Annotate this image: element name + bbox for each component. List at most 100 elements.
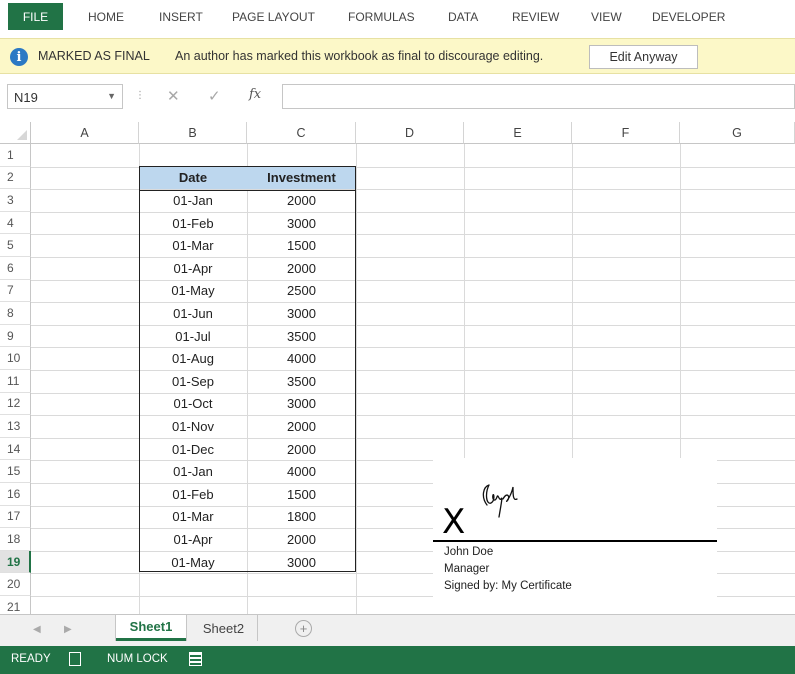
investment-cell[interactable]: 3000 [247,551,356,574]
chevron-right-icon[interactable]: ▶ [64,624,72,635]
investment-cell[interactable]: 4000 [247,347,356,370]
info-icon: i [10,48,28,66]
date-cell[interactable]: 01-Jun [139,302,247,325]
date-cell[interactable]: 01-Apr [139,528,247,551]
column-header-c[interactable]: C [247,122,356,144]
date-cell[interactable]: 01-Mar [139,506,247,529]
cancel-icon[interactable]: ✕ [167,87,180,105]
date-cell[interactable]: 01-Jan [139,189,247,212]
date-cell[interactable]: 01-Oct [139,393,247,416]
column-header-e[interactable]: E [464,122,572,144]
signed-by: Signed by: My Certificate [444,580,572,592]
row-header-20[interactable]: 20 [0,573,31,596]
chevron-down-icon[interactable]: ▼ [107,91,116,101]
worksheet-grid[interactable]: A B C D E F G 1 2 3 4 5 6 7 8 9 10 11 12 13 14 15 16 17 1… [0,122,795,614]
sheet-tab-bar: ◀ ▶ Sheet1 Sheet2 + [0,614,795,646]
row-header-10[interactable]: 10 [0,347,31,370]
row-header-7[interactable]: 7 [0,279,31,303]
formula-input[interactable] [282,84,795,109]
row-header-6[interactable]: 6 [0,257,31,280]
date-cell[interactable]: 01-Feb [139,483,247,506]
investment-cell[interactable]: 4000 [247,460,356,483]
enter-check-icon[interactable]: ✓ [208,87,221,105]
row-header-8[interactable]: 8 [0,302,31,325]
row-header-1[interactable]: 1 [0,144,31,167]
column-header-a[interactable]: A [31,122,139,144]
date-cell[interactable]: 01-Feb [139,212,247,235]
investment-cell[interactable]: 2000 [247,438,356,461]
marked-as-final-bar: i MARKED AS FINAL An author has marked t… [0,38,795,74]
date-cell[interactable]: 01-Sep [139,370,247,393]
investment-cell[interactable]: 2000 [247,257,356,280]
tab-review[interactable]: REVIEW [512,10,559,24]
row-header-2[interactable]: 2 [0,166,31,190]
investment-cell[interactable]: 1500 [247,234,356,257]
investment-cell[interactable]: 2500 [247,280,356,303]
investment-cell[interactable]: 3000 [247,212,356,235]
investment-cell[interactable]: 3000 [247,393,356,416]
row-header-4[interactable]: 4 [0,211,31,235]
column-header-b[interactable]: B [139,122,247,144]
column-header-d[interactable]: D [356,122,464,144]
tab-view[interactable]: VIEW [591,10,622,24]
row-header-16[interactable]: 16 [0,483,31,506]
tab-formulas[interactable]: FORMULAS [348,10,415,24]
row-header-21[interactable]: 21 [0,596,31,614]
message-text: An author has marked this workbook as fi… [175,49,544,63]
insert-function-icon[interactable]: fx [249,87,261,102]
tab-insert[interactable]: INSERT [159,10,203,24]
tab-page-layout[interactable]: PAGE LAYOUT [232,10,315,24]
header-cell-investment[interactable]: Investment [247,166,356,190]
tab-sheet1[interactable]: Sheet1 [116,615,186,641]
header-cell-date[interactable]: Date [139,166,247,190]
row-header-14[interactable]: 14 [0,437,31,461]
edit-anyway-button[interactable]: Edit Anyway [589,45,698,69]
tab-home[interactable]: HOME [88,10,124,24]
select-all-corner[interactable] [0,122,31,144]
date-cell[interactable]: 01-May [139,551,247,574]
row-header-13[interactable]: 13 [0,415,31,438]
investment-cell[interactable]: 3000 [247,302,356,325]
message-title: MARKED AS FINAL [38,49,150,63]
column-header-g[interactable]: G [680,122,795,144]
signature-rule [433,540,717,542]
date-cell[interactable]: 01-Aug [139,347,247,370]
tab-data[interactable]: DATA [448,10,478,24]
formula-bar: N19 ▼ ⋮ ✕ ✓ fx [0,80,795,114]
row-header-11[interactable]: 11 [0,370,31,393]
date-cell[interactable]: 01-Jul [139,325,247,348]
tab-sheet2[interactable]: Sheet2 [190,615,258,641]
tab-developer[interactable]: DEVELOPER [652,10,725,24]
name-box[interactable]: N19 ▼ [7,84,123,109]
date-cell[interactable]: 01-Nov [139,415,247,438]
date-cell[interactable]: 01-Mar [139,234,247,257]
investment-cell[interactable]: 2000 [247,189,356,212]
investment-cell[interactable]: 2000 [247,528,356,551]
macro-recording-icon[interactable] [189,652,202,666]
signature-line[interactable]: X John Doe Manager Signed by: My Certifi… [433,458,717,614]
date-cell[interactable]: 01-Dec [139,438,247,461]
new-sheet-plus-icon[interactable]: + [295,620,312,637]
investment-cell[interactable]: 3500 [247,370,356,393]
status-ready: READY [11,653,51,665]
row-header-3[interactable]: 3 [0,189,31,212]
row-header-19[interactable]: 19 [0,550,31,574]
investment-cell[interactable]: 2000 [247,415,356,438]
row-header-5[interactable]: 5 [0,234,31,257]
date-cell[interactable]: 01-May [139,280,247,303]
row-header-15[interactable]: 15 [0,460,31,483]
name-box-value: N19 [14,90,38,105]
investment-cell[interactable]: 3500 [247,325,356,348]
row-header-18[interactable]: 18 [0,528,31,551]
investment-cell[interactable]: 1500 [247,483,356,506]
column-header-f[interactable]: F [572,122,680,144]
date-cell[interactable]: 01-Jan [139,460,247,483]
chevron-left-icon[interactable]: ◀ [33,624,41,635]
signature-x-mark: X [442,502,466,542]
date-cell[interactable]: 01-Apr [139,257,247,280]
tab-file[interactable]: FILE [8,3,63,30]
row-header-17[interactable]: 17 [0,505,31,529]
row-header-9[interactable]: 9 [0,324,31,348]
row-header-12[interactable]: 12 [0,392,31,416]
investment-cell[interactable]: 1800 [247,506,356,529]
